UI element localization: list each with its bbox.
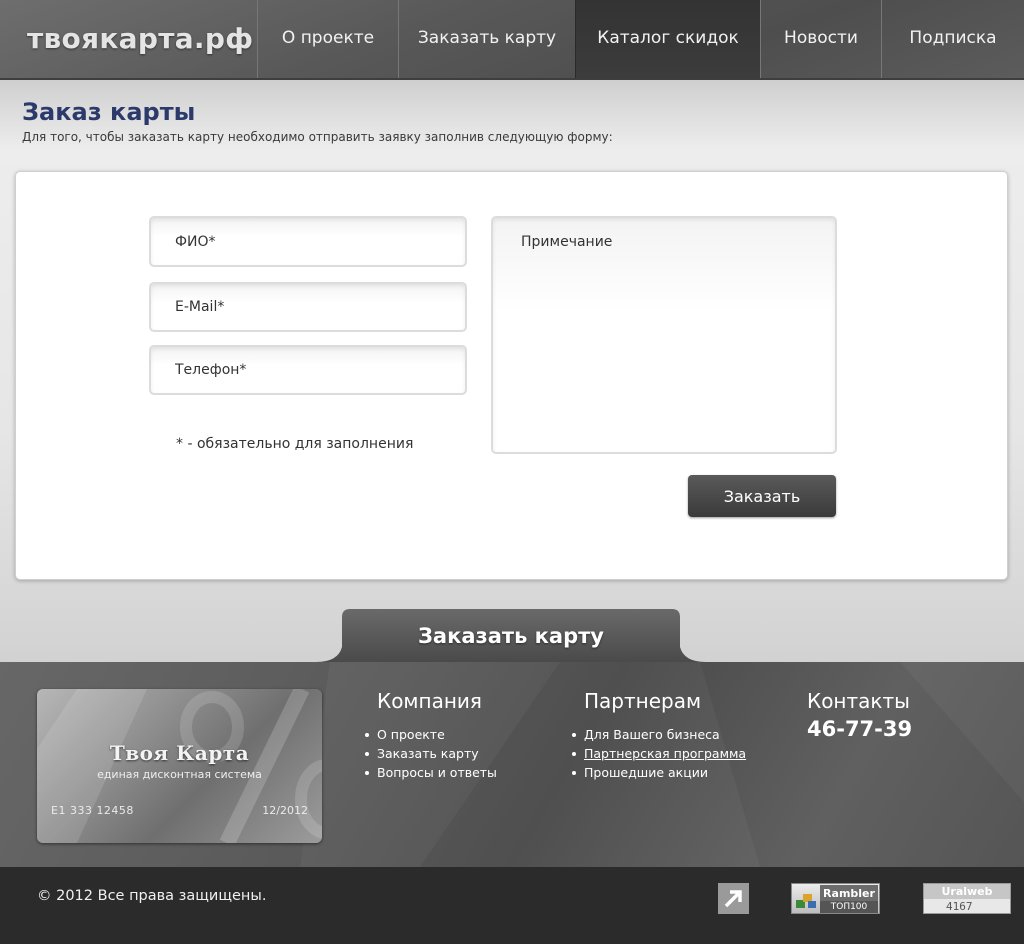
nav-item-subscribe[interactable]: Подписка bbox=[881, 0, 1024, 78]
order-tab-label: Заказать карту bbox=[418, 624, 604, 648]
site-logo[interactable]: твоякарта.рф bbox=[27, 22, 253, 55]
contact-phone: 46-77-39 bbox=[807, 717, 913, 741]
footer-contacts-title: Контакты bbox=[807, 689, 910, 713]
footer-company-title: Компания bbox=[377, 689, 482, 713]
footer-link-past-promotions[interactable]: Прошедшие акции bbox=[572, 763, 746, 782]
phone-field[interactable] bbox=[149, 345, 467, 395]
rambler-blocks-icon bbox=[796, 894, 816, 908]
footer-link-faq[interactable]: Вопросы и ответы bbox=[365, 763, 497, 782]
footer-partners-links: Для Вашего бизнеса Партнерская программа… bbox=[572, 725, 746, 782]
required-note: * - обязательно для заполнения bbox=[176, 436, 414, 452]
footer-link-partner-program[interactable]: Партнерская программа bbox=[572, 744, 746, 763]
rambler-top100-label: ТОП100 bbox=[820, 901, 878, 913]
external-link-badge[interactable] bbox=[718, 883, 749, 914]
nav-item-about[interactable]: О проекте bbox=[257, 0, 398, 78]
name-field[interactable] bbox=[149, 216, 467, 267]
page-title: Заказ карты bbox=[22, 98, 196, 126]
arrow-up-right-icon bbox=[724, 890, 742, 908]
footer-link-for-business[interactable]: Для Вашего бизнеса bbox=[572, 725, 746, 744]
card-percent-graphic bbox=[37, 689, 322, 843]
nav-item-news[interactable]: Новости bbox=[760, 0, 881, 78]
page-subtitle: Для того, чтобы заказать карту необходим… bbox=[22, 130, 613, 144]
card-number: E1 333 12458 bbox=[51, 804, 134, 817]
email-field[interactable] bbox=[149, 282, 467, 332]
discount-card-image: Твоя Карта единая дисконтная система E1 … bbox=[37, 689, 322, 843]
uralweb-count: 4167 bbox=[946, 900, 973, 913]
uralweb-label: Uralweb bbox=[924, 884, 1010, 899]
footer-company-links: О проекте Заказать карту Вопросы и ответ… bbox=[365, 725, 497, 782]
footer-partners-title: Партнерам bbox=[584, 689, 702, 713]
uralweb-counter-badge[interactable]: Uralweb 4167 bbox=[923, 883, 1011, 914]
nav-item-order-card[interactable]: Заказать карту bbox=[398, 0, 575, 78]
card-date: 12/2012 bbox=[262, 804, 308, 817]
note-field[interactable] bbox=[491, 216, 837, 454]
card-subtitle: единая дисконтная система bbox=[97, 768, 262, 781]
rambler-top100-badge[interactable]: Rambler ТОП100 bbox=[791, 883, 880, 914]
order-card-tab[interactable]: Заказать карту bbox=[316, 609, 706, 662]
footer-link-about[interactable]: О проекте bbox=[365, 725, 497, 744]
rambler-label: Rambler bbox=[820, 885, 878, 902]
copyright-text: © 2012 Все права защищены. bbox=[37, 888, 267, 904]
nav-item-discount-catalog[interactable]: Каталог скидок bbox=[575, 0, 760, 78]
footer-link-order-card[interactable]: Заказать карту bbox=[365, 744, 497, 763]
card-title: Твоя Карта bbox=[109, 741, 250, 765]
submit-order-button[interactable]: Заказать bbox=[688, 475, 836, 517]
site-header: твоякарта.рф О проекте Заказать карту Ка… bbox=[0, 0, 1024, 80]
